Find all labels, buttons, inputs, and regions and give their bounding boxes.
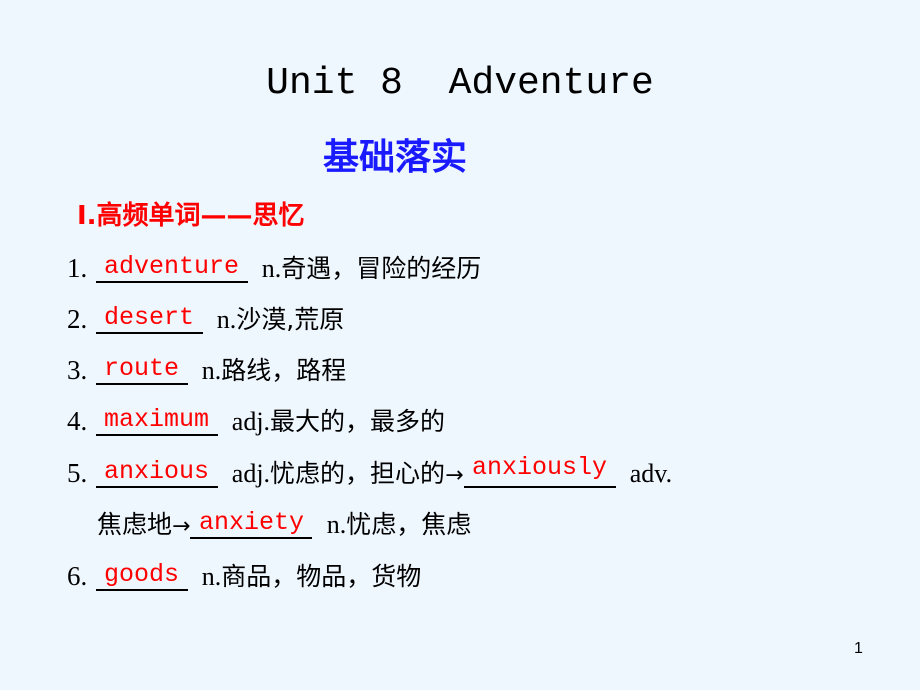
meaning: 最大的，最多的 [270, 407, 446, 436]
answer-text: goods [104, 560, 180, 589]
answer-text: anxiety [198, 508, 304, 537]
page-number: 1 [854, 640, 863, 657]
answer-blank: maximum [95, 404, 218, 436]
answer-blank: adventure [95, 251, 248, 283]
part-of-speech: n. [216, 305, 237, 334]
item-number: 6. [67, 561, 88, 591]
meaning: 忧虑的，担心的 [270, 459, 446, 488]
item-number: 4. [67, 406, 88, 436]
item-number: 2. [67, 304, 88, 334]
vocab-item-4: 4. maximum adj.最大的，最多的 [67, 403, 445, 439]
vocab-item-5-continued: 焦虑地→ anxiety n.忧虑，焦虑 [97, 507, 471, 543]
answer-blank: anxiously [463, 453, 616, 488]
vocab-item-2: 2. desert n.沙漠,荒原 [67, 301, 344, 337]
vocab-item-5: 5. anxious adj.忧虑的，担心的→ anxiously adv. [67, 453, 673, 491]
part-of-speech: adj. [231, 407, 271, 436]
meaning: 商品，物品，货物 [221, 562, 422, 591]
part-of-speech: n. [326, 510, 347, 539]
item-number: 5. [67, 458, 88, 488]
meaning: 路线，路程 [221, 356, 347, 385]
answer-text: maximum [104, 405, 210, 434]
item-number: 3. [67, 355, 88, 385]
slide-title: Unit 8 Adventure [266, 62, 654, 105]
answer-blank: goods [95, 559, 188, 591]
vocab-item-1: 1. adventure n.奇遇，冒险的经历 [67, 250, 481, 286]
section-heading: Ⅰ.高频单词——思忆 [77, 201, 305, 231]
answer-text: anxiously [471, 453, 608, 482]
answer-text: adventure [104, 252, 240, 281]
part-of-speech: adv. [629, 459, 673, 488]
arrow-icon: → [172, 514, 191, 539]
meaning: 奇遇，冒险的经历 [281, 254, 482, 283]
part-of-speech: n. [201, 562, 222, 591]
answer-blank: desert [95, 302, 203, 334]
answer-blank: anxiety [190, 507, 313, 539]
part-of-speech: n. [201, 356, 222, 385]
meaning: 忧虑，焦虑 [346, 510, 472, 539]
meaning: 焦虑地 [97, 510, 173, 539]
item-number: 1. [67, 253, 88, 283]
vocab-item-6: 6. goods n.商品，物品，货物 [67, 558, 421, 594]
part-of-speech: adj. [231, 459, 271, 488]
arrow-icon: → [445, 463, 464, 488]
vocab-item-3: 3. route n.路线，路程 [67, 352, 346, 388]
answer-text: desert [104, 303, 195, 332]
answer-blank: anxious [95, 456, 218, 488]
slide-subtitle: 基础落实 [323, 137, 468, 178]
part-of-speech: n. [261, 254, 282, 283]
meaning: 沙漠,荒原 [236, 305, 345, 334]
answer-text: route [104, 354, 180, 383]
answer-blank: route [95, 353, 188, 385]
answer-text: anxious [104, 457, 210, 486]
